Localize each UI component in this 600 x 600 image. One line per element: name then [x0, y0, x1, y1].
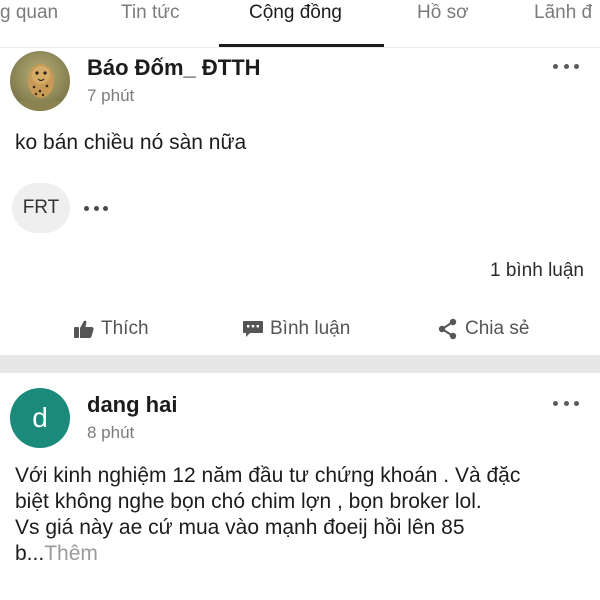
post-more-options-icon[interactable] — [553, 60, 579, 72]
share-label: Chia sẻ — [465, 318, 530, 339]
post-body-line-last: b...Thêm — [15, 541, 590, 567]
top-tab-bar: g quan Tin tức Cộng đồng Hồ sơ Lãnh đ — [0, 0, 600, 48]
post-body-tail: b... — [15, 542, 45, 565]
cheetah-avatar-image — [10, 51, 70, 111]
post-body: Với kinh nghiệm 12 năm đầu tư chứng khoá… — [15, 463, 590, 567]
post-author[interactable]: dang hai — [87, 392, 177, 418]
tab-news[interactable]: Tin tức — [121, 2, 179, 24]
avatar[interactable]: d — [10, 388, 70, 448]
avatar-letter: d — [32, 402, 48, 433]
post-card: Báo Đốm_ ĐTTH 7 phút ko bán chiều nó sàn… — [0, 48, 600, 355]
comment-label: Bình luận — [270, 318, 351, 339]
post-more-options-icon[interactable] — [553, 397, 579, 409]
post-card: d dang hai 8 phút Với kinh nghiệm 12 năm… — [0, 373, 600, 600]
tab-community[interactable]: Cộng đồng — [249, 2, 342, 24]
tab-leaders[interactable]: Lãnh đ — [534, 2, 592, 24]
like-label: Thích — [101, 318, 149, 339]
like-button[interactable]: Thích — [73, 312, 149, 346]
see-more-link[interactable]: Thêm — [44, 542, 98, 565]
stock-tag[interactable]: FRT — [12, 183, 70, 233]
post-actions: Thích Bình luận Chia sẻ — [0, 312, 600, 346]
tag-more-icon[interactable] — [84, 203, 108, 213]
thumbs-up-icon — [74, 320, 94, 338]
post-body-line: ko bán chiều nó sàn nữa — [15, 131, 247, 154]
post-time: 8 phút — [87, 423, 135, 442]
post-body-line: biệt không nghe bọn chó chim lợn , bọn b… — [15, 490, 482, 513]
avatar[interactable] — [10, 51, 70, 111]
post-body: ko bán chiều nó sàn nữa — [15, 130, 590, 156]
tab-overview[interactable]: g quan — [0, 2, 58, 24]
comment-button[interactable]: Bình luận — [242, 312, 350, 346]
post-separator — [0, 355, 600, 373]
share-icon — [438, 318, 457, 340]
post-body-line: Vs giá này ae cứ mua vào mạnh đoeij hồi … — [15, 516, 465, 539]
post-author[interactable]: Báo Đốm_ ĐTTH — [87, 55, 261, 81]
tab-profile[interactable]: Hồ sơ — [417, 2, 469, 24]
comment-icon — [243, 321, 263, 337]
post-time: 7 phút — [87, 86, 135, 105]
post-body-line: Với kinh nghiệm 12 năm đầu tư chứng khoá… — [15, 464, 521, 487]
comment-count[interactable]: 1 bình luận — [490, 260, 584, 282]
share-button[interactable]: Chia sẻ — [437, 312, 529, 346]
